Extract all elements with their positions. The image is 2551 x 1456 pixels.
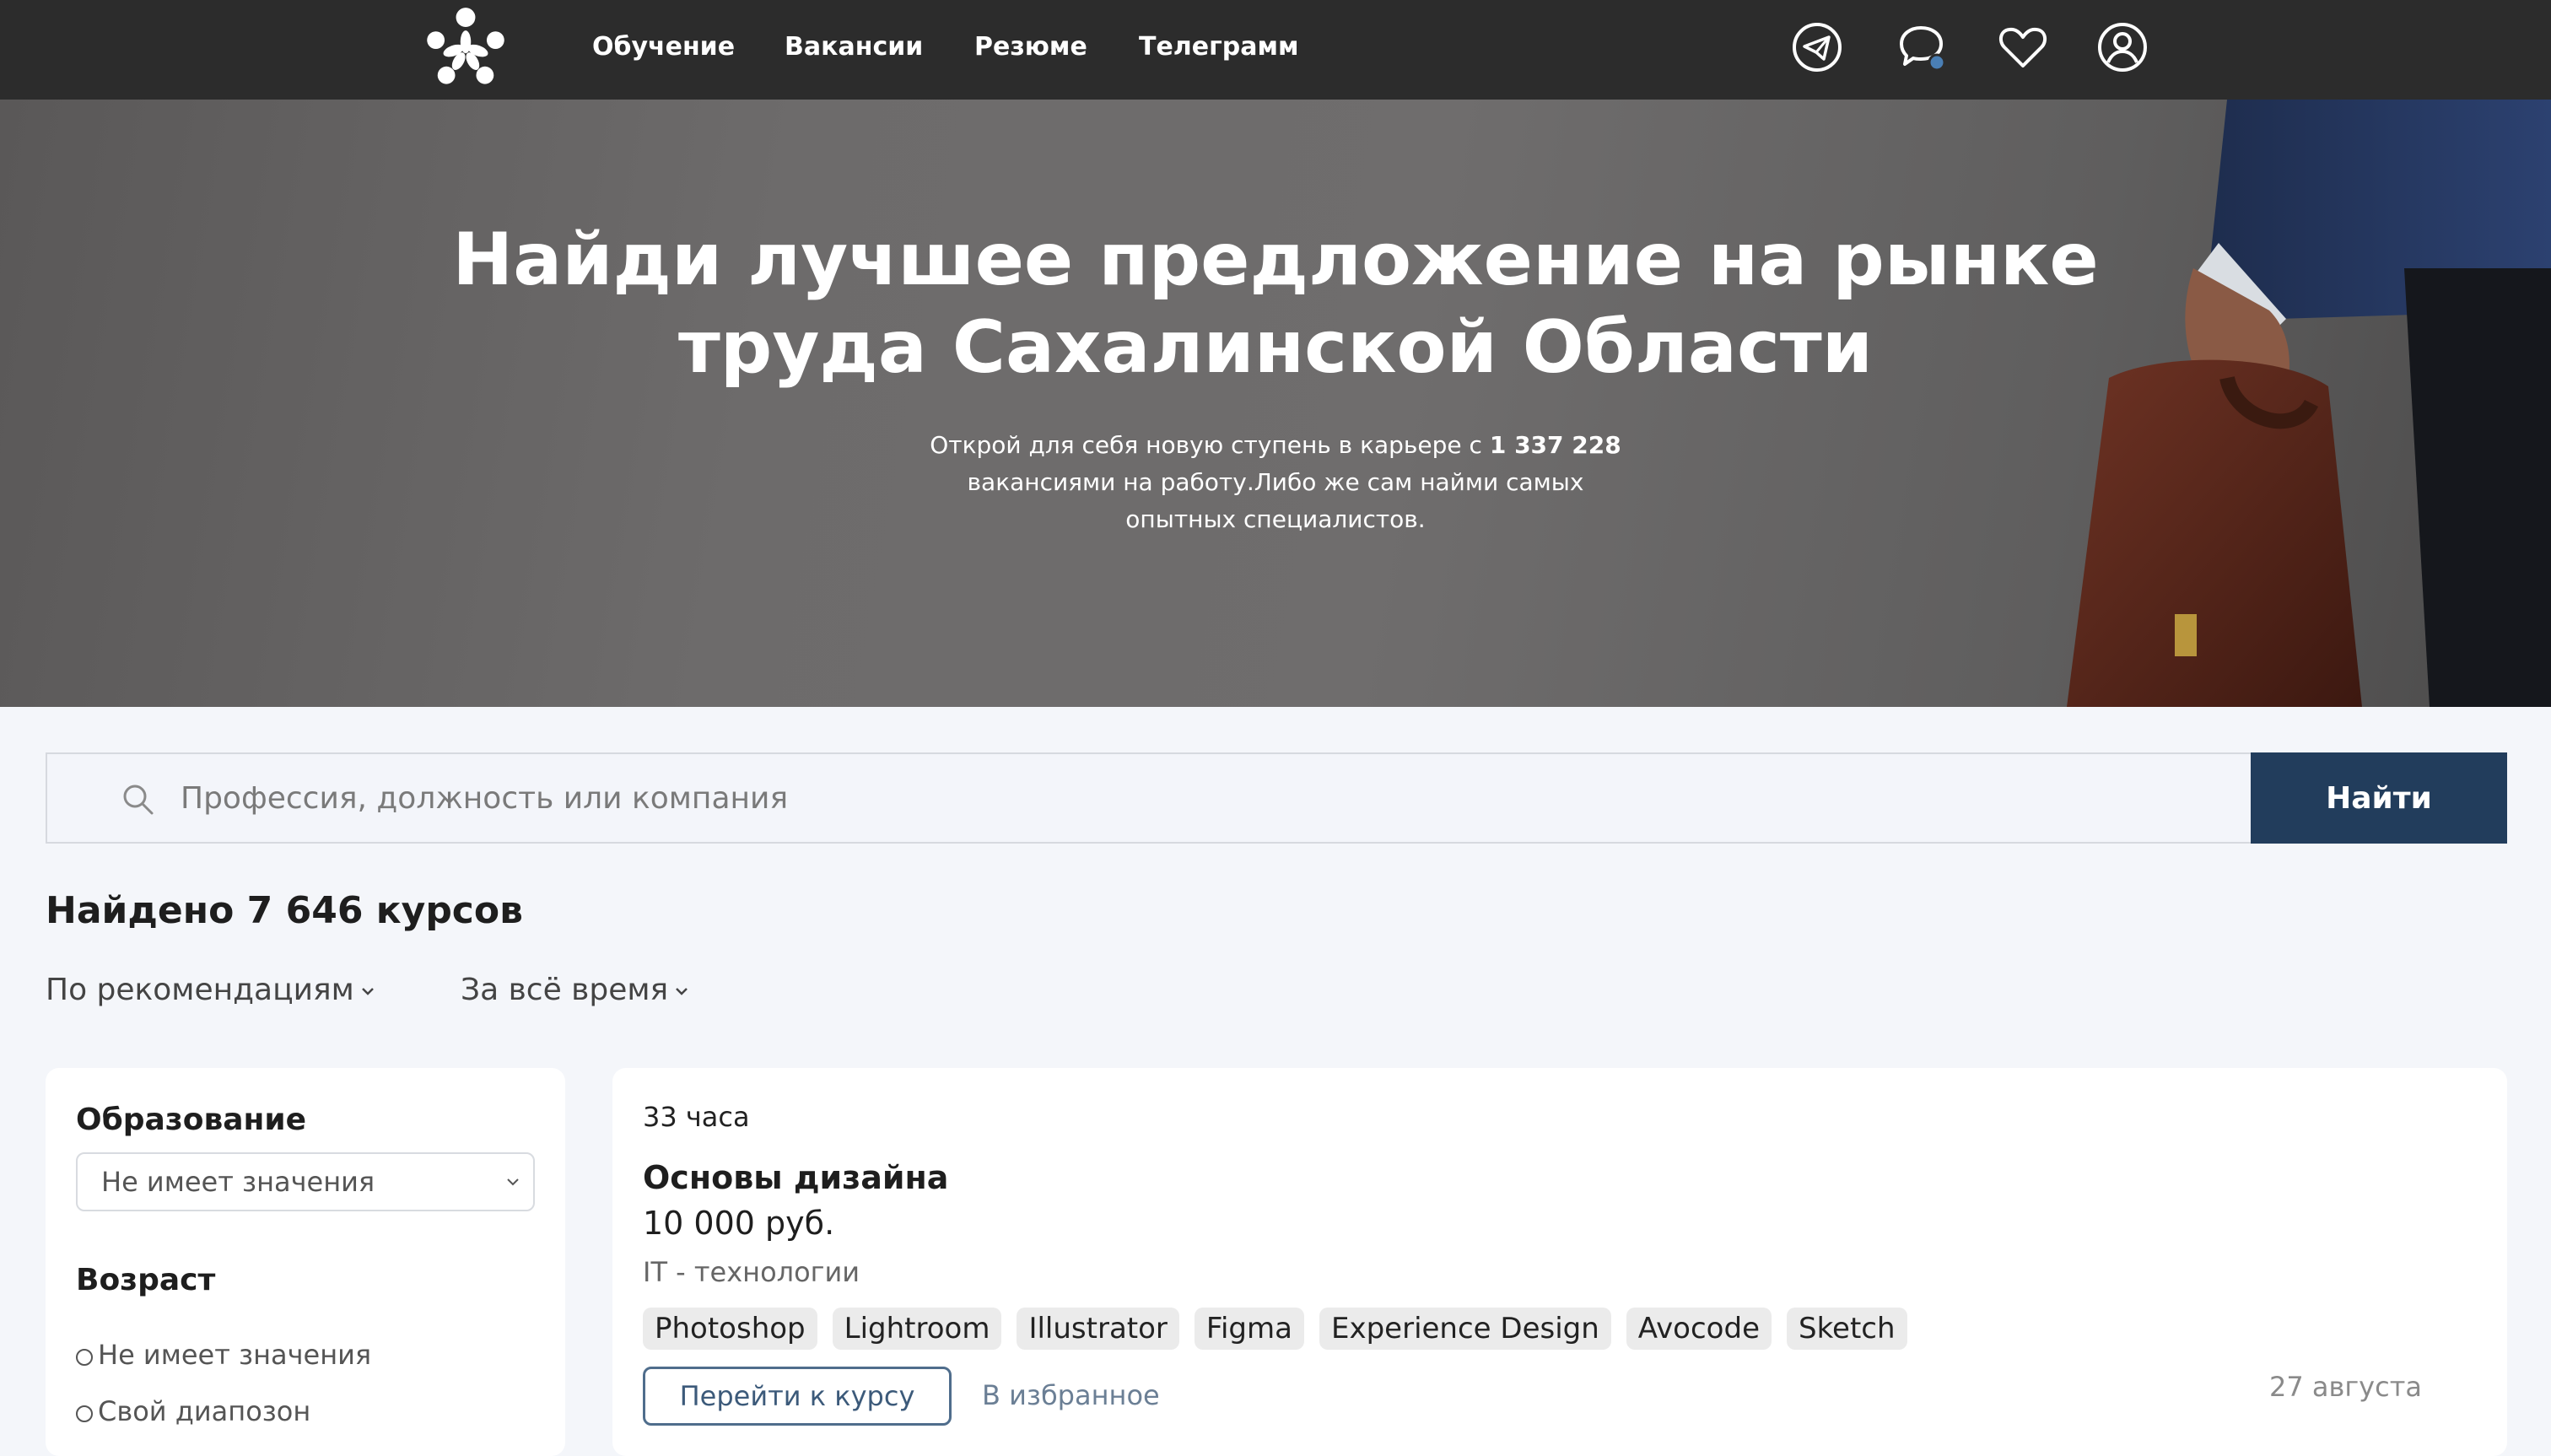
hero-subtitle-line3: опытных специалистов. [1125, 505, 1426, 533]
hero-subtitle: Открой для себя новую ступень в карьере … [928, 427, 1623, 538]
filter-title-age: Возраст [76, 1263, 216, 1297]
skill-tag: Experience Design [1319, 1308, 1611, 1350]
user-icon[interactable] [2095, 20, 2149, 74]
chevron-down-icon [507, 1178, 519, 1186]
age-radio-any-label: Не имеет значения [98, 1339, 372, 1371]
age-radio-custom[interactable]: Свой диапозон [76, 1393, 310, 1430]
skill-tag: Photoshop [643, 1308, 817, 1350]
course-price: 10 000 руб. [643, 1205, 835, 1242]
chat-icon[interactable] [1895, 20, 1949, 74]
course-date: 27 августа [2269, 1371, 2422, 1403]
results-count: Найдено 7 646 курсов [46, 889, 523, 932]
course-tags: Photoshop Lightroom Illustrator Figma Ex… [643, 1308, 1907, 1350]
hero-title-line1: Найди лучшее предложение на рынке [452, 218, 2099, 302]
hero-title-line2: труда Сахалинской Области [677, 305, 1874, 390]
chevron-down-icon [676, 988, 688, 995]
course-duration: 33 часа [643, 1101, 750, 1133]
age-radio-custom-label: Свой диапозон [98, 1395, 311, 1427]
course-title[interactable]: Основы дизайна [643, 1156, 948, 1200]
course-category: IT - технологии [643, 1256, 860, 1288]
nav-link-resume[interactable]: Резюме [974, 30, 1087, 64]
nav-link-vacancies[interactable]: Вакансии [785, 30, 923, 64]
vacancy-count: 1 337 228 [1489, 431, 1621, 459]
search-icon [123, 785, 154, 815]
hero-banner: Найди лучшее предложение на рынке труда … [0, 100, 2551, 707]
filter-title-education: Образование [76, 1103, 307, 1137]
go-to-course-button[interactable]: Перейти к курсу [643, 1367, 952, 1426]
search-input[interactable] [179, 764, 2203, 832]
hero-title: Найди лучшее предложение на рынке труда … [253, 216, 2298, 391]
sort-period-label: За всё время [461, 973, 669, 1007]
notification-dot [1928, 53, 1946, 72]
search-button[interactable]: Найти [2251, 752, 2507, 844]
telegram-icon[interactable] [1790, 20, 1844, 74]
education-select-value: Не имеет значения [101, 1166, 375, 1198]
sort-order-dropdown[interactable]: По рекомендациям [46, 970, 378, 1011]
chevron-down-icon [361, 988, 374, 995]
heart-icon[interactable] [1996, 20, 2050, 74]
skill-tag: Sketch [1786, 1308, 1907, 1350]
skill-tag: Illustrator [1017, 1308, 1179, 1350]
sort-period-dropdown[interactable]: За всё время [461, 970, 692, 1011]
nav-link-telegram[interactable]: Телеграмм [1139, 30, 1299, 64]
age-radio-any[interactable]: Не имеет значения [76, 1336, 371, 1373]
hero-businessman-image [2067, 100, 2551, 707]
add-to-favorites-link[interactable]: В избранное [982, 1377, 1160, 1414]
education-select[interactable]: Не имеет значения [76, 1152, 535, 1211]
radio-button[interactable] [76, 1405, 93, 1422]
hero-subtitle-prefix: Открой для себя новую ступень в карьере … [930, 431, 1490, 459]
radio-button[interactable] [76, 1349, 93, 1366]
nav-link-learning[interactable]: Обучение [592, 30, 735, 64]
skill-tag: Avocode [1626, 1308, 1772, 1350]
hero-subtitle-line2: вакансиями на работу.Либо же сам найми с… [967, 468, 1584, 496]
top-navbar: Обучение Вакансии Резюме Телеграмм [0, 0, 2551, 100]
logo-icon[interactable] [422, 5, 510, 93]
skill-tag: Figma [1194, 1308, 1304, 1350]
skill-tag: Lightroom [832, 1308, 1002, 1350]
sort-order-label: По рекомендациям [46, 973, 354, 1007]
